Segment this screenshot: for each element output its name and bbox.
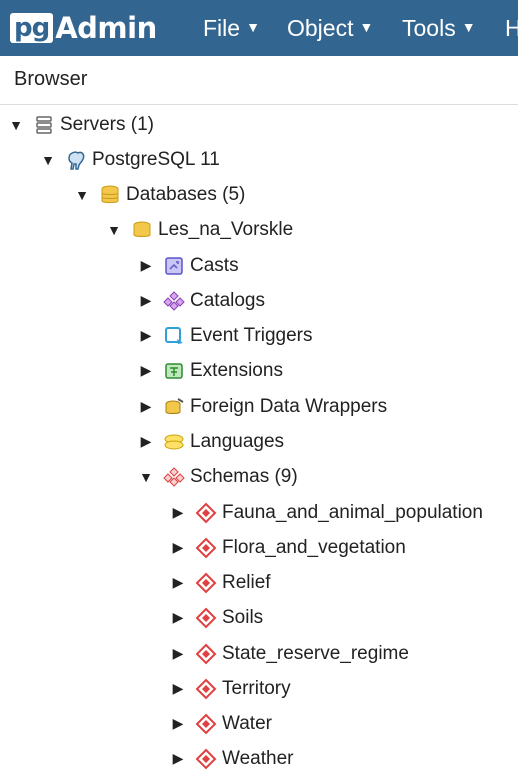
chevron-right-icon[interactable]: ▶ [168, 574, 188, 591]
tree-node-catalogs[interactable]: ▶ Catalogs [136, 283, 265, 318]
tree-label: Flora_and_vegetation [222, 536, 406, 558]
tree-node-schema[interactable]: ▶ Fauna_and_animal_population [168, 495, 483, 530]
schema-icon [194, 712, 218, 736]
top-menu-bar: pg Admin File ▼ Object ▼ Tools ▼ H [0, 0, 518, 56]
menu-help[interactable]: H [505, 0, 518, 56]
casts-icon [162, 254, 186, 278]
tree-node-event-triggers[interactable]: ▶ Event Triggers [136, 318, 313, 353]
schema-icon [194, 642, 218, 666]
schema-icon [194, 571, 218, 595]
tree-node-foreign-data-wrappers[interactable]: ▶ Foreign Data Wrappers [136, 389, 388, 424]
catalogs-icon [162, 289, 186, 313]
pgadmin-logo[interactable]: pg Admin [10, 11, 157, 45]
chevron-right-icon[interactable]: ▶ [168, 680, 188, 697]
tree-label: Les_na_Vorskle [158, 218, 294, 240]
elephant-icon [64, 148, 88, 172]
tree-label: Event Triggers [190, 324, 313, 346]
chevron-right-icon[interactable]: ▶ [136, 433, 156, 450]
tree-label: Territory [222, 677, 291, 699]
tree-node-servers[interactable]: ▼ Servers (1) [6, 107, 154, 142]
tree-label: Foreign Data Wrappers [190, 395, 388, 417]
chevron-right-icon[interactable]: ▶ [136, 292, 156, 309]
menu-object-label: Object [287, 14, 354, 41]
tree-label: Fauna_and_animal_population [222, 501, 483, 523]
tree-node-extensions[interactable]: ▶ Extensions [136, 353, 283, 388]
tree-label: Soils [222, 606, 264, 628]
tree-node-schema[interactable]: ▶ State_reserve_regime [168, 636, 409, 671]
menu-help-label: H [505, 14, 518, 41]
schema-icon [194, 677, 218, 701]
tree-label: Extensions [190, 359, 283, 381]
tree-node-schema[interactable]: ▶ Territory [168, 671, 291, 706]
tree-label: Relief [222, 571, 271, 593]
logo-pg: pg [10, 13, 54, 43]
tree-node-databases[interactable]: ▼ Databases (5) [72, 177, 245, 212]
tree-node-database[interactable]: ▼ Les_na_Vorskle [104, 212, 293, 247]
servers-icon [32, 113, 56, 137]
tree-label: State_reserve_regime [222, 642, 409, 664]
browser-title: Browser [14, 68, 88, 90]
tree-label: Catalogs [190, 289, 265, 311]
chevron-right-icon[interactable]: ▶ [168, 715, 188, 732]
browser-panel-header: Browser [0, 56, 518, 105]
foreign-data-wrappers-icon [162, 395, 186, 419]
schemas-icon [162, 465, 186, 489]
menu-tools[interactable]: Tools ▼ [402, 0, 476, 56]
chevron-down-icon[interactable]: ▼ [136, 469, 156, 485]
tree-label: PostgreSQL 11 [92, 148, 220, 170]
languages-icon [162, 430, 186, 454]
schema-icon [194, 501, 218, 525]
chevron-down-icon: ▼ [246, 19, 260, 35]
chevron-right-icon[interactable]: ▶ [136, 398, 156, 415]
schema-icon [194, 747, 218, 771]
event-triggers-icon [162, 324, 186, 348]
menu-file[interactable]: File ▼ [203, 0, 260, 56]
tree-node-schema[interactable]: ▶ Relief [168, 565, 271, 600]
tree-label: Databases (5) [126, 183, 246, 205]
tree-label: Weather [222, 747, 294, 769]
menu-file-label: File [203, 14, 241, 41]
chevron-down-icon: ▼ [461, 19, 476, 35]
chevron-right-icon[interactable]: ▶ [168, 504, 188, 521]
menu-object[interactable]: Object ▼ [287, 0, 373, 56]
chevron-down-icon[interactable]: ▼ [6, 117, 26, 133]
tree-node-languages[interactable]: ▶ Languages [136, 424, 284, 459]
tree-node-schema[interactable]: ▶ Flora_and_vegetation [168, 530, 406, 565]
chevron-right-icon[interactable]: ▶ [136, 257, 156, 274]
chevron-right-icon[interactable]: ▶ [168, 609, 188, 626]
databases-icon [98, 183, 122, 207]
tree-node-schema[interactable]: ▶ Weather [168, 741, 293, 776]
schema-icon [194, 536, 218, 560]
tree-node-postgresql[interactable]: ▼ PostgreSQL 11 [38, 142, 220, 177]
tree-node-schemas[interactable]: ▼ Schemas (9) [136, 459, 298, 494]
tree-node-casts[interactable]: ▶ Casts [136, 248, 239, 283]
schema-icon [194, 606, 218, 630]
tree-node-schema[interactable]: ▶ Water [168, 706, 272, 741]
menu-tools-label: Tools [402, 14, 456, 41]
chevron-down-icon[interactable]: ▼ [72, 187, 92, 203]
chevron-right-icon[interactable]: ▶ [136, 362, 156, 379]
tree-label: Schemas (9) [190, 465, 298, 487]
chevron-down-icon: ▼ [359, 19, 374, 35]
tree-label: Water [222, 712, 272, 734]
tree-label: Servers (1) [60, 113, 154, 135]
extensions-icon [162, 359, 186, 383]
database-icon [130, 218, 154, 242]
chevron-right-icon[interactable]: ▶ [136, 327, 156, 344]
tree-label: Languages [190, 430, 285, 452]
chevron-right-icon[interactable]: ▶ [168, 750, 188, 767]
tree-node-schema[interactable]: ▶ Soils [168, 600, 263, 635]
chevron-down-icon[interactable]: ▼ [38, 152, 58, 168]
tree-label: Casts [190, 254, 239, 276]
chevron-right-icon[interactable]: ▶ [168, 645, 188, 662]
logo-text: Admin [55, 11, 157, 45]
chevron-right-icon[interactable]: ▶ [168, 539, 188, 556]
chevron-down-icon[interactable]: ▼ [104, 222, 124, 238]
